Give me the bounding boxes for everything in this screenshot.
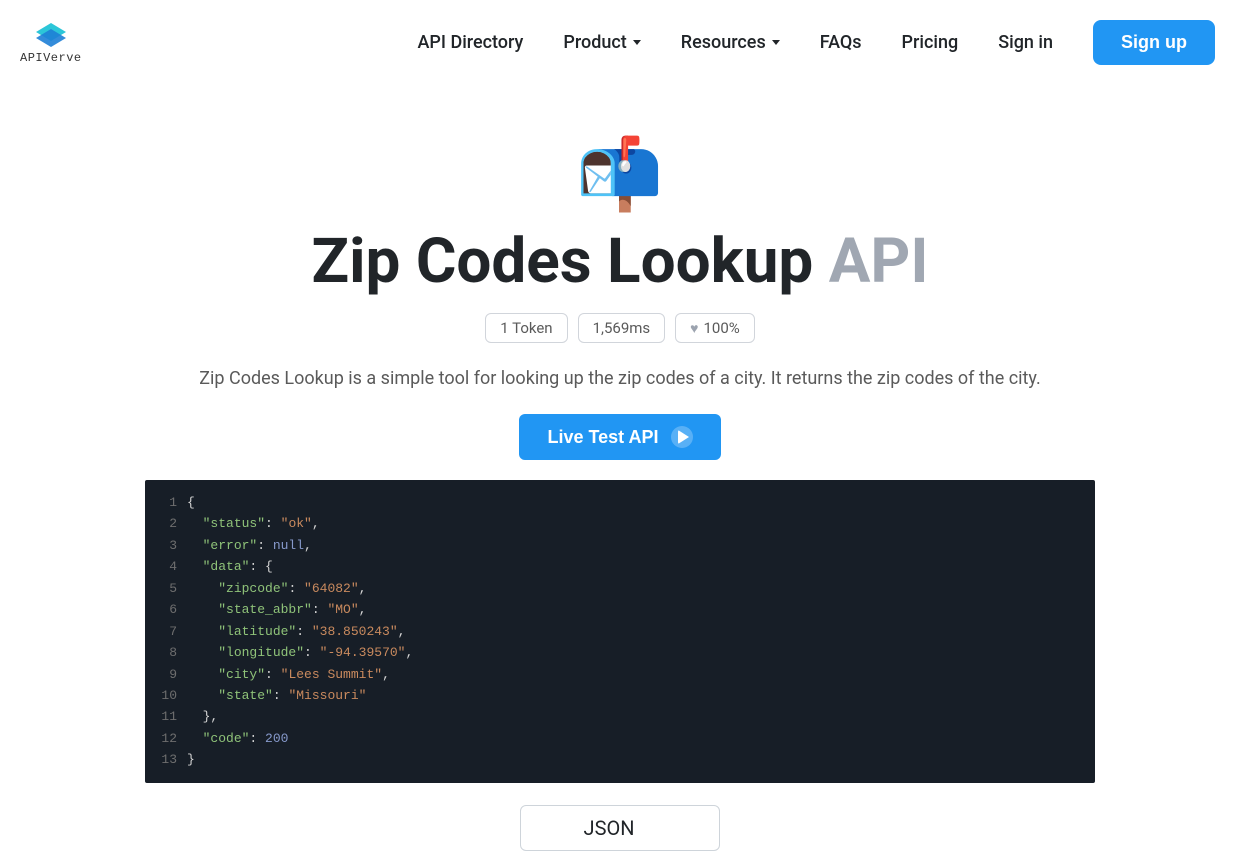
hero-section: 📬 Zip Codes Lookup API 1 Token 1,569ms ♥… (0, 140, 1240, 851)
logo-icon (32, 21, 70, 49)
code-content: }, (187, 706, 218, 727)
line-number: 8 (145, 642, 187, 663)
line-number: 4 (145, 556, 187, 577)
code-response-block: 1{2 "status": "ok",3 "error": null,4 "da… (145, 480, 1095, 783)
badge-latency: 1,569ms (578, 313, 666, 343)
heart-icon: ♥ (690, 320, 698, 337)
code-content: "state_abbr": "MO", (187, 599, 366, 620)
brand-logo[interactable]: APIVerve (20, 21, 82, 65)
nav-faqs[interactable]: FAQs (820, 32, 862, 53)
line-number: 5 (145, 578, 187, 599)
code-line: 4 "data": { (145, 556, 1095, 577)
nav-signin[interactable]: Sign in (998, 32, 1053, 53)
code-content: "data": { (187, 556, 273, 577)
live-test-button[interactable]: Live Test API (519, 414, 720, 460)
line-number: 9 (145, 664, 187, 685)
line-number: 3 (145, 535, 187, 556)
code-line: 6 "state_abbr": "MO", (145, 599, 1095, 620)
code-content: "city": "Lees Summit", (187, 664, 390, 685)
badge-uptime-label: 100% (703, 319, 739, 337)
code-content: "state": "Missouri" (187, 685, 366, 706)
code-content: "status": "ok", (187, 513, 320, 534)
api-description: Zip Codes Lookup is a simple tool for lo… (0, 368, 1240, 389)
nav-pricing[interactable]: Pricing (902, 32, 959, 53)
code-line: 10 "state": "Missouri" (145, 685, 1095, 706)
format-select-row: JSON (0, 805, 1240, 851)
code-content: "zipcode": "64082", (187, 578, 366, 599)
line-number: 1 (145, 492, 187, 513)
code-line: 9 "city": "Lees Summit", (145, 664, 1095, 685)
line-number: 6 (145, 599, 187, 620)
badges-row: 1 Token 1,569ms ♥ 100% (0, 313, 1240, 343)
code-line: 2 "status": "ok", (145, 513, 1095, 534)
code-line: 11 }, (145, 706, 1095, 727)
line-number: 7 (145, 621, 187, 642)
badge-token: 1 Token (485, 313, 567, 343)
nav-product-label: Product (563, 32, 626, 53)
page-title: Zip Codes Lookup API (0, 225, 1240, 298)
nav-faqs-label: FAQs (820, 32, 862, 53)
format-select-value: JSON (584, 816, 635, 840)
badge-uptime: ♥ 100% (675, 313, 755, 343)
code-line: 3 "error": null, (145, 535, 1095, 556)
chevron-down-icon (633, 40, 641, 45)
line-number: 12 (145, 728, 187, 749)
nav-signin-label: Sign in (998, 32, 1053, 53)
code-line: 12 "code": 200 (145, 728, 1095, 749)
code-content: "code": 200 (187, 728, 288, 749)
code-line: 1{ (145, 492, 1095, 513)
badge-latency-label: 1,569ms (593, 319, 651, 337)
code-line: 7 "latitude": "38.850243", (145, 621, 1095, 642)
nav-resources[interactable]: Resources (681, 32, 780, 53)
line-number: 10 (145, 685, 187, 706)
page-title-main: Zip Codes Lookup (312, 225, 829, 298)
nav-links: API Directory Product Resources FAQs Pri… (417, 20, 1215, 65)
code-content: "error": null, (187, 535, 312, 556)
code-line: 13} (145, 749, 1095, 770)
live-test-button-label: Live Test API (547, 427, 658, 448)
code-content: "longitude": "-94.39570", (187, 642, 413, 663)
nav-resources-label: Resources (681, 32, 766, 53)
mailbox-icon: 📬 (0, 140, 1240, 210)
format-select[interactable]: JSON (520, 805, 720, 851)
navbar: APIVerve API Directory Product Resources… (0, 0, 1240, 85)
play-icon (671, 426, 693, 448)
page-title-accent: API (829, 225, 929, 298)
nav-api-directory-label: API Directory (417, 32, 523, 53)
badge-token-label: 1 Token (500, 319, 552, 337)
nav-product[interactable]: Product (563, 32, 640, 53)
nav-api-directory[interactable]: API Directory (417, 32, 523, 53)
line-number: 11 (145, 706, 187, 727)
code-line: 8 "longitude": "-94.39570", (145, 642, 1095, 663)
chevron-down-icon (772, 40, 780, 45)
nav-pricing-label: Pricing (902, 32, 959, 53)
brand-name: APIVerve (20, 51, 82, 65)
line-number: 13 (145, 749, 187, 770)
line-number: 2 (145, 513, 187, 534)
signup-button-label: Sign up (1121, 32, 1187, 52)
code-line: 5 "zipcode": "64082", (145, 578, 1095, 599)
code-content: "latitude": "38.850243", (187, 621, 405, 642)
code-content: { (187, 492, 195, 513)
signup-button[interactable]: Sign up (1093, 20, 1215, 65)
code-content: } (187, 749, 195, 770)
